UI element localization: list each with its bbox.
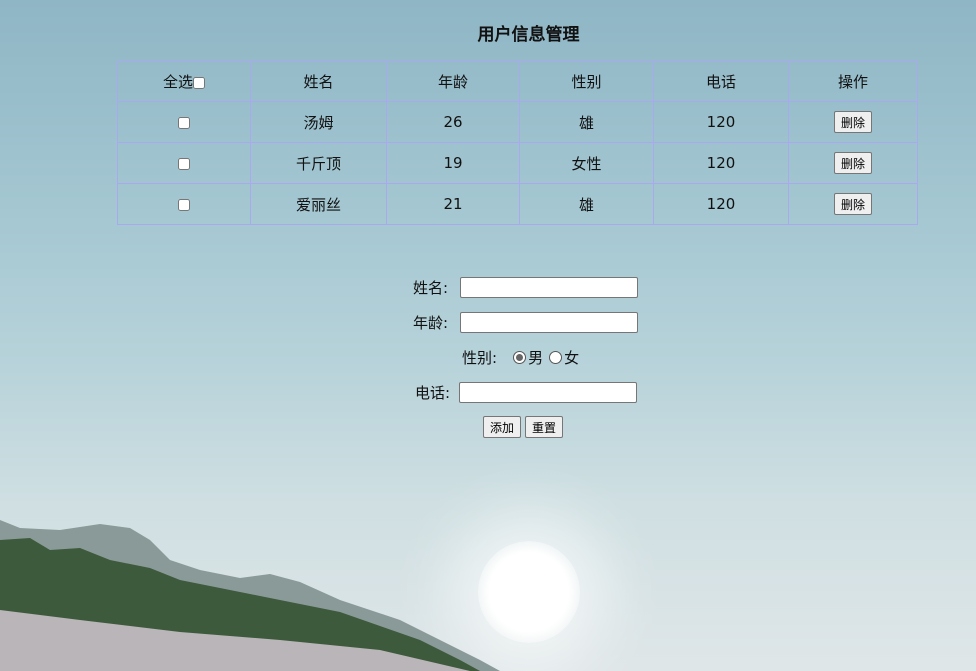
cell-name: 汤姆 [250, 101, 387, 143]
form-actions: 添加 重置 [483, 416, 564, 438]
table-row: 千斤顶 19 女性 120 删除 [117, 142, 918, 184]
add-button[interactable]: 添加 [483, 416, 522, 438]
cell-age: 26 [386, 101, 520, 143]
table-row: 爱丽丝 21 雄 120 删除 [117, 183, 918, 225]
user-table: 全选 姓名 年龄 性别 电话 操作 汤姆 26 雄 120 删除 千斤顶 19 … [117, 61, 918, 225]
name-label: 姓名: [413, 279, 449, 297]
delete-button[interactable]: 删除 [833, 111, 872, 133]
phone-label: 电话: [415, 384, 451, 402]
select-all-checkbox[interactable] [193, 76, 205, 89]
row-checkbox[interactable] [178, 198, 190, 211]
delete-button[interactable]: 删除 [833, 193, 872, 215]
name-input[interactable] [460, 277, 639, 298]
cell-gender: 雄 [519, 183, 654, 225]
select-all-label: 全选 [162, 73, 193, 91]
header-name: 姓名 [250, 61, 387, 102]
cell-phone: 120 [653, 101, 789, 143]
header-actions: 操作 [788, 61, 918, 102]
gender-label: 性别: [462, 349, 498, 367]
name-row: 姓名: [413, 277, 639, 298]
cell-phone: 120 [653, 183, 789, 225]
phone-row: 电话: [415, 382, 638, 403]
gender-female-radio[interactable] [549, 351, 563, 364]
header-select-all: 全选 [117, 61, 251, 102]
cell-gender: 女性 [519, 142, 654, 184]
cell-age: 21 [386, 183, 520, 225]
mountain-landscape-background [0, 520, 500, 671]
gender-female-label[interactable]: 女 [564, 347, 579, 368]
row-checkbox[interactable] [178, 157, 190, 170]
table-row: 汤姆 26 雄 120 删除 [117, 101, 918, 143]
page-title: 用户信息管理 [477, 25, 580, 45]
cell-age: 19 [386, 142, 520, 184]
phone-input[interactable] [459, 382, 638, 403]
cell-gender: 雄 [519, 101, 654, 143]
cell-name: 千斤顶 [250, 142, 387, 184]
age-label: 年龄: [413, 314, 449, 332]
age-input[interactable] [460, 312, 639, 333]
table-header-row: 全选 姓名 年龄 性别 电话 操作 [117, 61, 918, 102]
gender-male-label[interactable]: 男 [528, 347, 543, 368]
gender-male-radio[interactable] [513, 351, 527, 364]
header-age: 年龄 [386, 61, 520, 102]
row-checkbox[interactable] [178, 116, 190, 129]
cell-phone: 120 [653, 142, 789, 184]
header-phone: 电话 [653, 61, 789, 102]
header-gender: 性别 [519, 61, 654, 102]
cell-name: 爱丽丝 [250, 183, 387, 225]
delete-button[interactable]: 删除 [833, 152, 872, 174]
reset-button[interactable]: 重置 [525, 416, 564, 438]
gender-row: 性别: 男 女 [462, 347, 579, 368]
age-row: 年龄: [413, 312, 639, 333]
